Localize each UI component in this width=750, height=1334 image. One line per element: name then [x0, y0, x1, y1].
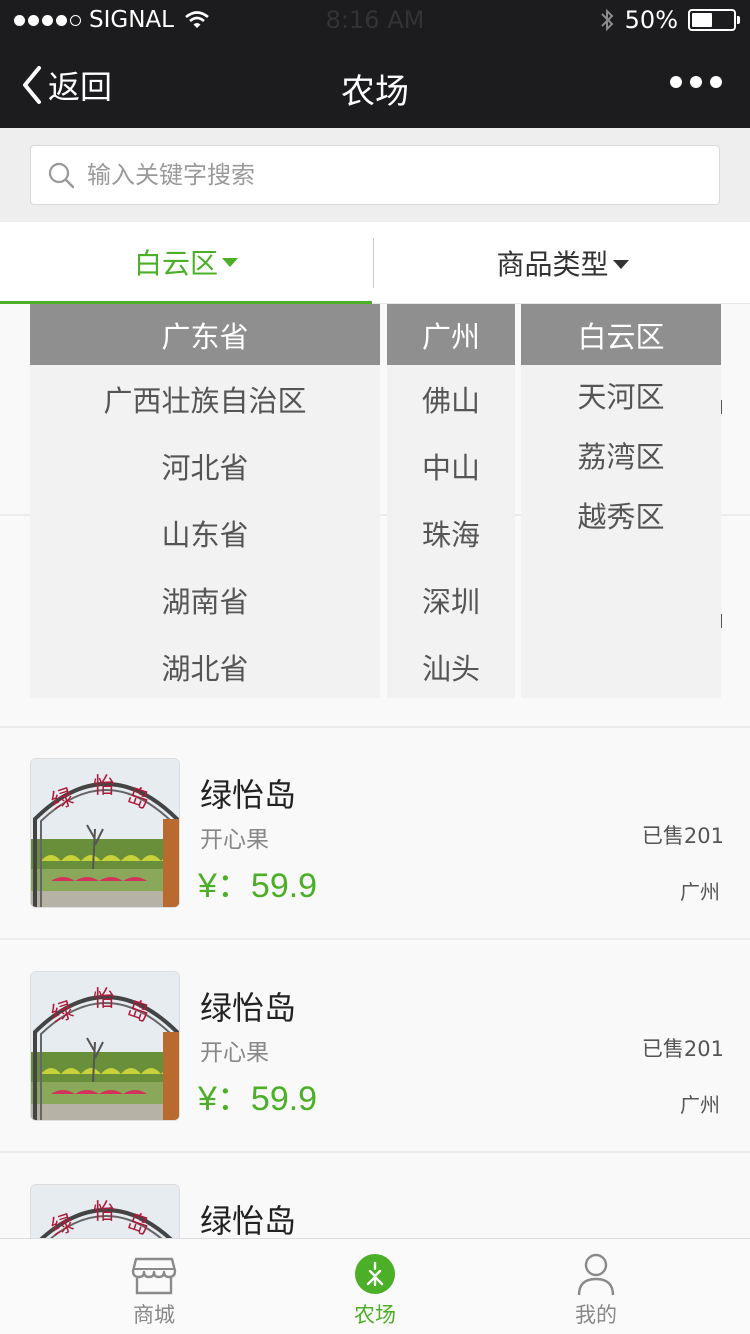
- province-option[interactable]: 广东省: [30, 304, 380, 365]
- city-option[interactable]: 汕头: [387, 633, 515, 700]
- type-filter-tab[interactable]: 商品类型: [375, 222, 750, 304]
- district-option[interactable]: 越秀区: [521, 485, 721, 545]
- city-option[interactable]: 广州: [387, 304, 515, 365]
- svg-text:怡: 怡: [93, 987, 115, 1012]
- product-subtitle: 开心果: [200, 827, 269, 853]
- product-card[interactable]: 绿 怡 岛 绿怡岛 开心果 ¥：59.9 已售201 广州: [0, 941, 750, 1153]
- status-bar: SIGNAL 50%: [0, 0, 750, 40]
- product-name: 绿怡岛: [200, 989, 297, 1027]
- district-option[interactable]: 白云区: [521, 304, 721, 365]
- type-filter-label: 商品类型: [496, 248, 609, 281]
- svg-text:怡: 怡: [93, 1200, 115, 1225]
- region-filter-tab[interactable]: 白云区: [0, 222, 372, 304]
- city-option[interactable]: 佛山: [387, 365, 515, 432]
- more-dot-icon: [710, 76, 722, 88]
- city-option[interactable]: 珠海: [387, 499, 515, 566]
- province-option[interactable]: 河北省: [30, 432, 380, 499]
- battery-percent: 50%: [624, 6, 678, 34]
- product-price: ¥：59.9: [198, 867, 318, 905]
- product-price: ¥：59.9: [198, 1080, 318, 1118]
- tab-mine[interactable]: 我的: [471, 1239, 721, 1334]
- product-city: 广州: [680, 880, 720, 904]
- carrier-name: SIGNAL: [89, 7, 174, 33]
- tab-farm[interactable]: 农场: [250, 1239, 500, 1334]
- city-column[interactable]: 广州 佛山 中山 珠海 深圳 汕头: [387, 304, 515, 698]
- product-card[interactable]: 绿 怡 岛 绿怡岛 开心果 ¥：59.9 已售201 广州: [0, 728, 750, 940]
- more-dot-icon: [690, 76, 702, 88]
- tab-shop[interactable]: 商城: [29, 1239, 279, 1334]
- search-box[interactable]: [30, 145, 720, 205]
- province-column[interactable]: 广东省 广西壮族自治区 河北省 山东省 湖南省 湖北省: [30, 304, 380, 698]
- province-option[interactable]: 湖北省: [30, 633, 380, 700]
- battery-icon: [688, 9, 740, 31]
- user-icon: [577, 1253, 615, 1296]
- product-name: 绿怡岛: [200, 1202, 297, 1240]
- search-bar: [0, 128, 750, 222]
- farm-gate-image: 绿 怡 岛: [31, 759, 179, 907]
- product-name: 绿怡岛: [200, 776, 297, 814]
- more-dot-icon: [670, 76, 682, 88]
- product-image: 绿 怡 岛: [30, 971, 180, 1121]
- region-filter-label: 白云区: [133, 246, 218, 280]
- filter-bar: 白云区 商品类型: [0, 222, 750, 304]
- page-title: 农场: [341, 72, 409, 112]
- district-option[interactable]: 天河区: [521, 365, 721, 425]
- product-image: 绿 怡 岛: [30, 758, 180, 908]
- battery-level: [692, 13, 712, 27]
- farm-icon: [355, 1254, 395, 1294]
- wifi-icon: [185, 11, 209, 28]
- region-picker: 广东省 广西壮族自治区 河北省 山东省 湖南省 湖北省 广州 佛山 中山 珠海 深圳 汕头 白云区天…: [0, 304, 750, 698]
- province-option[interactable]: 山东省: [30, 499, 380, 566]
- tab-shop-label: 商城: [133, 1303, 175, 1327]
- product-sold-count: 已售201: [641, 1037, 724, 1061]
- product-sold-count: 已售201: [641, 824, 724, 848]
- filter-divider: [373, 238, 374, 288]
- signal-strength-icon: [14, 14, 81, 26]
- district-option[interactable]: 荔湾区: [521, 425, 721, 485]
- city-option[interactable]: 深圳: [387, 566, 515, 633]
- product-subtitle: 开心果: [200, 1040, 269, 1066]
- caret-down-icon: [612, 259, 629, 269]
- bottom-tab-bar: 商城 农场 我的: [0, 1238, 750, 1334]
- province-option[interactable]: 湖南省: [30, 566, 380, 633]
- city-option[interactable]: 中山: [387, 432, 515, 499]
- province-option[interactable]: 广西壮族自治区: [30, 365, 380, 432]
- bluetooth-icon: [600, 8, 614, 32]
- product-city: 广州: [680, 1093, 720, 1117]
- search-icon: [48, 162, 75, 189]
- tab-mine-label: 我的: [575, 1303, 617, 1327]
- tab-farm-label: 农场: [354, 1303, 396, 1327]
- shop-icon: [131, 1257, 177, 1295]
- svg-text:怡: 怡: [93, 774, 115, 799]
- search-input[interactable]: [87, 161, 667, 189]
- caret-down-icon: [222, 258, 238, 267]
- nav-bar: 返回 农场: [0, 40, 750, 128]
- more-button[interactable]: [670, 76, 722, 88]
- district-column[interactable]: 白云区 天河区 荔湾区 越秀区: [521, 304, 721, 698]
- farm-gate-image: 绿 怡 岛: [31, 972, 179, 1120]
